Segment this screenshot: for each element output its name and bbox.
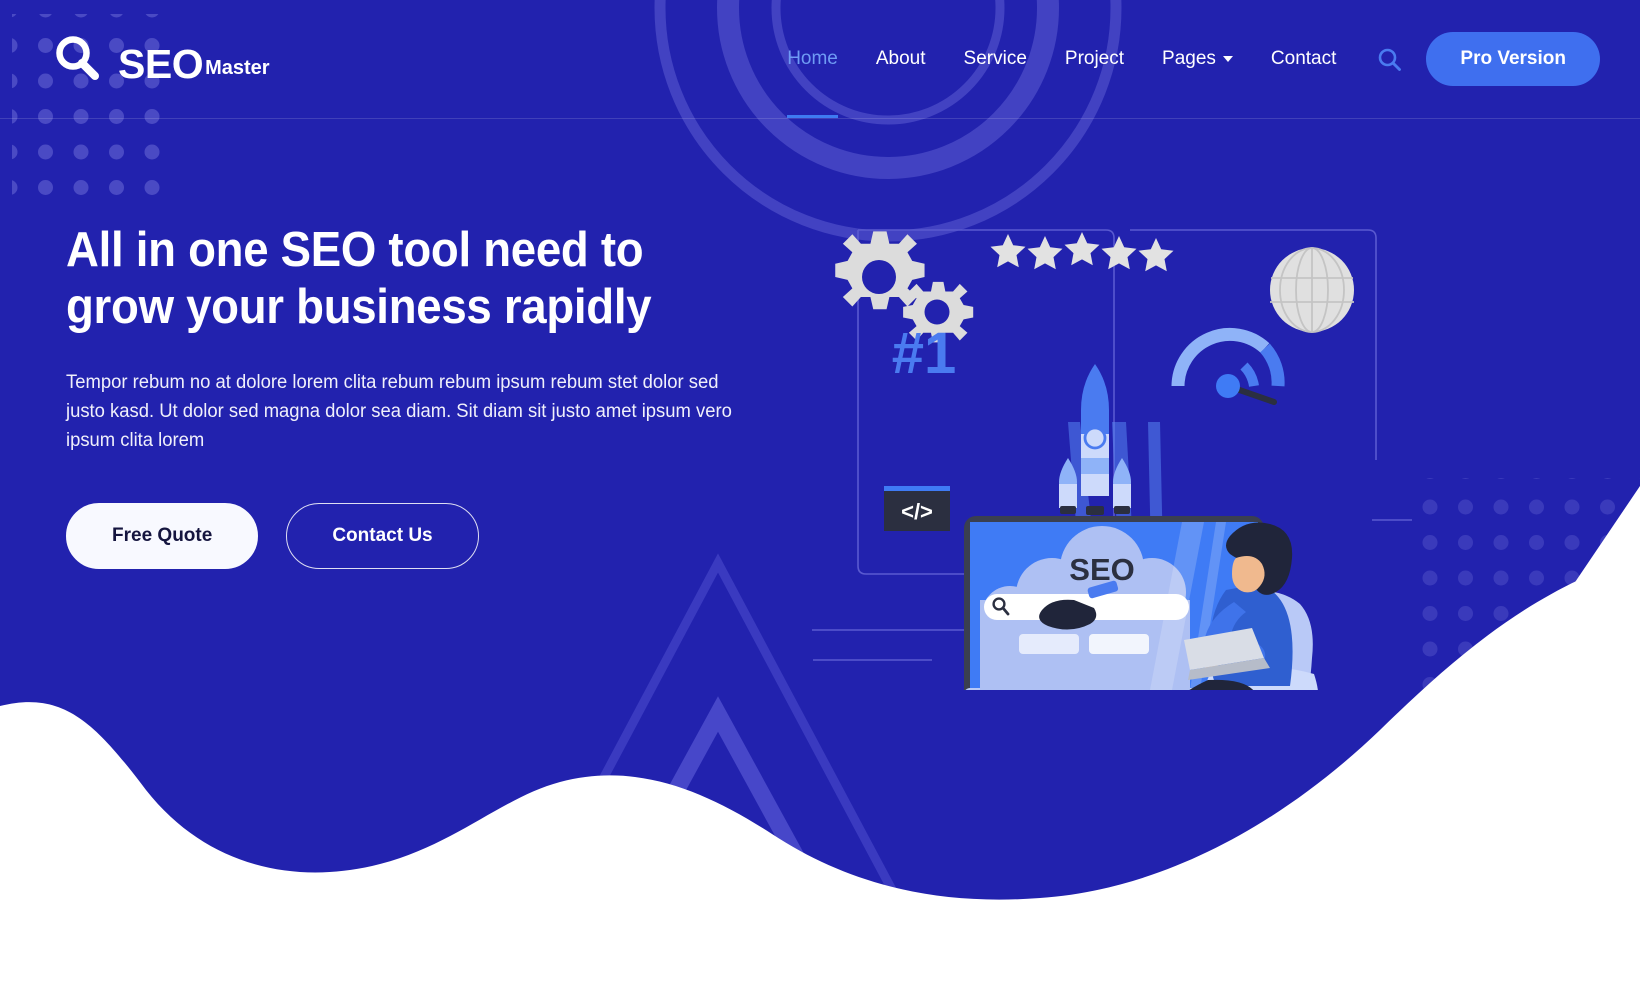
seo-analytics-illustration: #1 </> SEO: [812, 229, 1412, 690]
nav-link-service[interactable]: Service: [945, 0, 1046, 118]
nav-item-contact[interactable]: Contact: [1252, 0, 1355, 118]
navbar-divider: [0, 118, 1640, 119]
nav-item-about[interactable]: About: [857, 0, 945, 118]
speedometer-icon: [1171, 328, 1285, 405]
navbar-right-group: Home About Service Project Pages Contact: [768, 0, 1600, 118]
pro-version-button[interactable]: Pro Version: [1426, 32, 1600, 86]
logo-secondary-text: Master: [205, 57, 270, 79]
hero-title: All in one SEO tool need to grow your bu…: [66, 223, 652, 334]
nav-links: Home About Service Project Pages Contact: [768, 0, 1355, 118]
code-block-label: </>: [901, 499, 933, 524]
nav-link-pages-label: Pages: [1162, 48, 1216, 69]
globe-icon: [1270, 247, 1354, 333]
screen-cloud-label: SEO: [1069, 552, 1134, 587]
star-rating: [990, 232, 1174, 272]
nav-link-project[interactable]: Project: [1046, 0, 1143, 118]
hero-content: All in one SEO tool need to grow your bu…: [66, 222, 786, 570]
logo-primary-text: SEO: [118, 41, 204, 88]
contact-us-button[interactable]: Contact Us: [286, 503, 479, 570]
nav-link-home[interactable]: Home: [768, 0, 857, 118]
navbar: SEO Master Home About Service Project Pa…: [0, 0, 1640, 118]
search-button[interactable]: [1355, 47, 1426, 72]
nav-item-home[interactable]: Home: [768, 0, 857, 118]
free-quote-button[interactable]: Free Quote: [66, 503, 259, 570]
hero-paragraph: Tempor rebum no at dolore lorem clita re…: [66, 371, 732, 452]
nav-item-pages[interactable]: Pages: [1143, 0, 1252, 118]
hero-section: SEO Master Home About Service Project Pa…: [0, 0, 1640, 1006]
nav-item-project[interactable]: Project: [1046, 0, 1143, 118]
nav-link-contact[interactable]: Contact: [1252, 0, 1355, 118]
magnifier-icon: [56, 36, 99, 80]
nav-item-service[interactable]: Service: [945, 0, 1046, 118]
logo[interactable]: SEO Master: [52, 34, 270, 88]
code-block-icon: </>: [884, 486, 950, 531]
hero-action-buttons: Free Quote Contact Us: [66, 503, 786, 570]
chevron-down-icon: [1222, 56, 1233, 62]
nav-link-pages[interactable]: Pages: [1143, 0, 1252, 118]
rank-number: #1: [892, 321, 957, 386]
nav-link-about[interactable]: About: [857, 0, 945, 118]
search-icon: [1379, 48, 1402, 71]
